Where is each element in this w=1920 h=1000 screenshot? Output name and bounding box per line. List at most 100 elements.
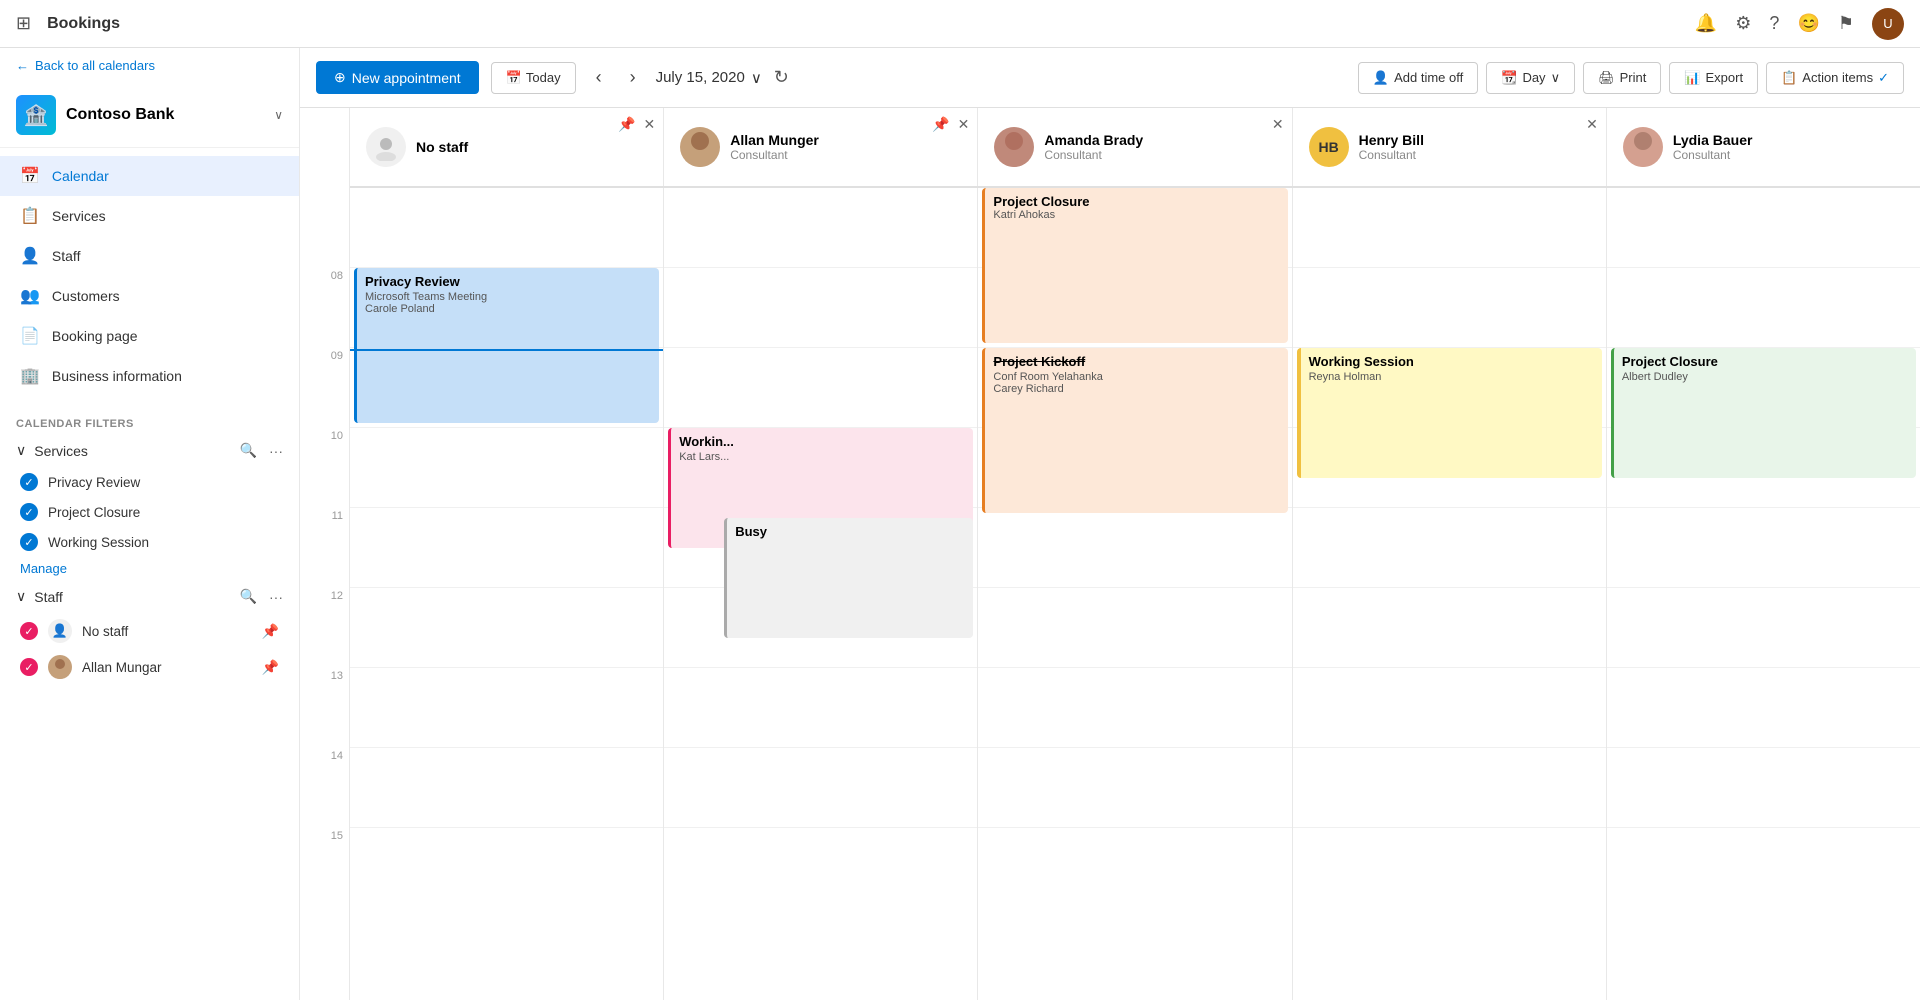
sidebar-nav: 📅 Calendar 📋 Services 👤 Staff 👥 Customer…	[0, 148, 299, 404]
allan-avatar-small	[48, 655, 72, 679]
staff-col-no-staff: 📌 ✕ No staff	[350, 108, 664, 186]
staff-nav-icon: 👤	[20, 246, 40, 266]
time-15: 15	[300, 828, 349, 908]
amanda-controls: ✕	[1272, 116, 1284, 133]
time-09: 09	[300, 348, 349, 428]
filter-item-privacy-review[interactable]: ✓ Privacy Review	[0, 467, 299, 497]
back-to-calendars[interactable]: ← Back to all calendars	[0, 48, 299, 83]
filter-item-working-session[interactable]: ✓ Working Session	[0, 527, 299, 557]
current-time-line	[350, 349, 663, 351]
time-labels: 08 09 10 11 12 13 14 15	[300, 108, 350, 1000]
flag-icon[interactable]: ⚑	[1838, 13, 1854, 34]
no-staff-pin-icon: 📌	[262, 623, 279, 640]
henry-info: Henry Bill Consultant	[1359, 132, 1424, 162]
today-button[interactable]: 📅 Today	[491, 62, 576, 94]
no-staff-avatar-icon: 👤	[48, 619, 72, 643]
amanda-close-button[interactable]: ✕	[1272, 116, 1284, 133]
appt-title: Busy	[735, 524, 965, 539]
app-name: Bookings	[47, 15, 120, 33]
no-staff-info: No staff	[416, 139, 468, 155]
no-staff-pin-button[interactable]: 📌	[618, 116, 635, 133]
sidebar-item-services[interactable]: 📋 Services	[0, 196, 299, 236]
day-view-button[interactable]: 📆 Day ∨	[1486, 62, 1575, 94]
allan-close-button[interactable]: ✕	[958, 116, 970, 133]
date-display[interactable]: July 15, 2020 ∨	[656, 69, 762, 87]
new-appointment-button[interactable]: ⊕ New appointment	[316, 61, 479, 94]
staff-more-icon[interactable]: ···	[269, 589, 283, 605]
sidebar-item-business-info[interactable]: 🏢 Business information	[0, 356, 299, 396]
col-amanda: Project Closure Katri Ahokas Project Kic…	[978, 188, 1292, 1000]
time-14: 14	[300, 748, 349, 828]
staff-group-chevron[interactable]: ∨	[16, 588, 26, 605]
lydia-info: Lydia Bauer Consultant	[1673, 132, 1753, 162]
user-avatar[interactable]: U	[1872, 8, 1904, 40]
next-day-button[interactable]: ›	[622, 63, 644, 92]
add-time-off-button[interactable]: 👤 Add time off	[1358, 62, 1478, 94]
services-search-icon[interactable]: 🔍	[240, 442, 257, 459]
customers-nav-icon: 👥	[20, 286, 40, 306]
top-bar-icons: 🔔 ⚙ ? 😊 ⚑ U	[1695, 8, 1904, 40]
appt-person: Katri Ahokas	[993, 209, 1279, 221]
sidebar-item-staff[interactable]: 👤 Staff	[0, 236, 299, 276]
feedback-icon[interactable]: 😊	[1797, 13, 1819, 34]
appt-project-closure-lydia[interactable]: Project Closure Albert Dudley	[1611, 348, 1916, 478]
day-view-icon: 📆	[1501, 70, 1517, 86]
appt-project-kickoff[interactable]: Project Kickoff Conf Room Yelahanka Care…	[982, 348, 1287, 513]
calendar-nav-icon: 📅	[20, 166, 40, 186]
services-group-chevron[interactable]: ∨	[16, 442, 26, 459]
action-items-button[interactable]: 📋 Action items ✓	[1766, 62, 1904, 94]
day-chevron-icon: ∨	[1551, 70, 1561, 86]
print-button[interactable]: 🖨 Print	[1583, 62, 1661, 94]
org-logo-icon: 🏦	[16, 95, 56, 135]
allan-header-avatar	[680, 127, 720, 167]
waffle-icon[interactable]: ⊞	[16, 13, 31, 34]
appt-subtitle: Microsoft Teams Meeting	[365, 291, 651, 303]
org-chevron-icon[interactable]: ∨	[274, 108, 283, 122]
appt-title: Project Closure	[1622, 354, 1908, 369]
prev-day-button[interactable]: ‹	[588, 63, 610, 92]
appt-working-session-henry[interactable]: Working Session Reyna Holman	[1297, 348, 1602, 478]
help-icon[interactable]: ?	[1769, 13, 1779, 34]
action-items-icon: 📋	[1781, 70, 1797, 86]
refresh-button[interactable]: ↻	[774, 67, 789, 88]
app-logo: Bookings	[47, 15, 120, 33]
time-13: 13	[300, 668, 349, 748]
calendar-today-icon: 📅	[506, 70, 522, 86]
sidebar-item-customers[interactable]: 👥 Customers	[0, 276, 299, 316]
filter-staff-no-staff[interactable]: ✓ 👤 No staff 📌	[0, 613, 299, 649]
export-button[interactable]: 📊 Export	[1669, 62, 1758, 94]
filter-section-header: CALENDAR FILTERS	[0, 412, 299, 434]
appt-title: Project Closure	[993, 194, 1279, 209]
appt-subtitle: Reyna Holman	[1309, 371, 1594, 383]
main-layout: ← Back to all calendars 🏦 Contoso Bank ∨…	[0, 48, 1920, 1000]
manage-services-link[interactable]: Manage	[0, 557, 299, 580]
henry-close-button[interactable]: ✕	[1586, 116, 1598, 133]
staff-header-row: 📌 ✕ No staff 📌	[350, 108, 1920, 188]
notification-icon[interactable]: 🔔	[1695, 13, 1717, 34]
services-more-icon[interactable]: ···	[269, 443, 283, 459]
allan-check: ✓	[20, 658, 38, 676]
toolbar: ⊕ New appointment 📅 Today ‹ › July 15, 2…	[300, 48, 1920, 108]
appt-project-closure-amanda[interactable]: Project Closure Katri Ahokas	[982, 188, 1287, 343]
sidebar-item-calendar[interactable]: 📅 Calendar	[0, 156, 299, 196]
staff-search-icon[interactable]: 🔍	[240, 588, 257, 605]
filter-item-project-closure[interactable]: ✓ Project Closure	[0, 497, 299, 527]
no-staff-close-button[interactable]: ✕	[643, 116, 655, 133]
sidebar: ← Back to all calendars 🏦 Contoso Bank ∨…	[0, 48, 300, 1000]
appt-busy[interactable]: Busy	[724, 518, 973, 638]
col-henry: Working Session Reyna Holman	[1293, 188, 1607, 1000]
allan-pin-button[interactable]: 📌	[932, 116, 949, 133]
toolbar-right: 👤 Add time off 📆 Day ∨ 🖨 Print 📊 Export	[1358, 62, 1904, 94]
settings-icon[interactable]: ⚙	[1735, 13, 1751, 34]
working-session-check: ✓	[20, 533, 38, 551]
col-allan: Workin... Kat Lars... Busy	[664, 188, 978, 1000]
allan-pin-icon: 📌	[262, 659, 279, 676]
filter-staff-allan[interactable]: ✓ Allan Mungar 📌	[0, 649, 299, 685]
appt-subtitle: Conf Room Yelahanka	[993, 371, 1279, 383]
staff-col-amanda: ✕ Amanda Brady Consultant	[978, 108, 1292, 186]
booking-page-nav-icon: 📄	[20, 326, 40, 346]
sidebar-item-booking-page[interactable]: 📄 Booking page	[0, 316, 299, 356]
amanda-header-avatar	[994, 127, 1034, 167]
appt-person: Carey Richard	[993, 383, 1279, 395]
appt-privacy-review[interactable]: Privacy Review Microsoft Teams Meeting C…	[354, 268, 659, 423]
